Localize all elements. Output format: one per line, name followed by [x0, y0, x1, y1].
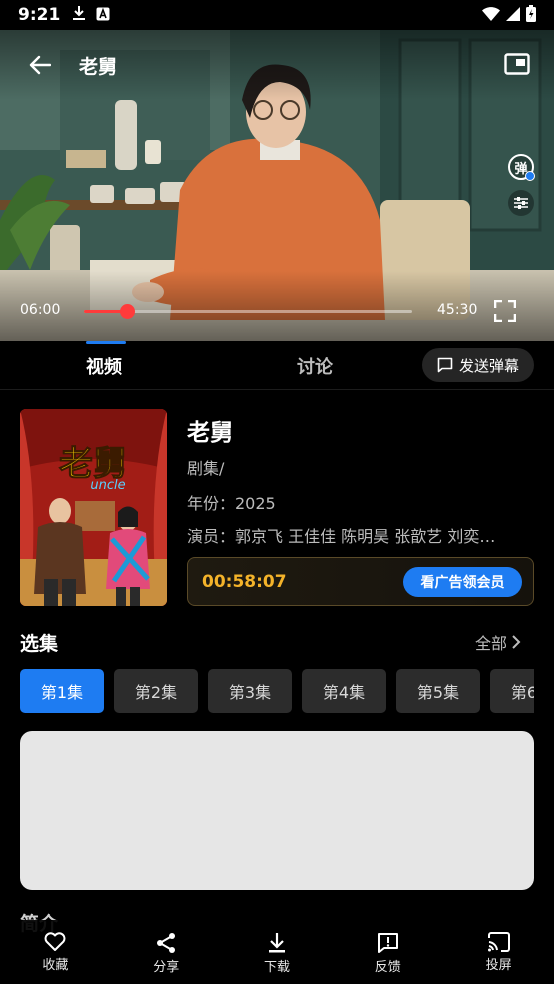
- wifi-icon: [482, 6, 500, 25]
- total-time: 45:30: [437, 302, 478, 318]
- episode-list[interactable]: 第1集 第2集 第3集 第4集 第5集 第6集: [20, 669, 534, 713]
- episode-button[interactable]: 第3集: [208, 669, 292, 713]
- arrow-left-icon: [29, 55, 51, 75]
- episode-button[interactable]: 第2集: [114, 669, 198, 713]
- tab-video[interactable]: 视频: [86, 353, 122, 379]
- show-title: 老舅: [187, 420, 233, 446]
- show-type: 剧集/: [187, 459, 225, 478]
- feedback-label: 反馈: [374, 960, 401, 975]
- progress-bar[interactable]: [84, 304, 412, 319]
- cast-icon: [487, 932, 510, 952]
- notification-a-icon: [96, 6, 110, 25]
- see-all-episodes-link[interactable]: 全部: [475, 630, 521, 654]
- status-bar: 9:21: [0, 0, 554, 30]
- picture-in-picture-button[interactable]: [502, 50, 532, 78]
- tab-indicator: [86, 341, 126, 344]
- comment-icon: [437, 357, 453, 373]
- see-all-label: 全部: [475, 634, 508, 653]
- player-title: 老舅: [79, 56, 118, 78]
- download-status-icon: [72, 5, 86, 25]
- download-label: 下载: [263, 960, 290, 975]
- current-time: 06:00: [20, 302, 61, 318]
- share-button[interactable]: 分享: [111, 920, 222, 984]
- fullscreen-button[interactable]: [492, 298, 518, 324]
- danmaku-settings-button[interactable]: [508, 190, 534, 216]
- episode-button[interactable]: 第1集: [20, 669, 104, 713]
- episode-button[interactable]: 第4集: [302, 669, 386, 713]
- status-time: 9:21: [18, 5, 61, 25]
- back-button[interactable]: [22, 50, 58, 80]
- send-danmaku-button[interactable]: 发送弹幕: [422, 348, 534, 382]
- episode-button[interactable]: 第6集: [490, 669, 534, 713]
- episode-button[interactable]: 第5集: [396, 669, 480, 713]
- vip-countdown: 00:58:07: [202, 572, 287, 592]
- picture-in-picture-icon: [504, 53, 530, 75]
- signal-icon: [506, 6, 520, 25]
- tab-discussion[interactable]: 讨论: [297, 353, 333, 379]
- share-label: 分享: [153, 960, 180, 975]
- show-cast: 演员：郭京飞 王佳佳 陈明昊 张歆艺 刘奕…: [187, 527, 496, 546]
- battery-icon: [526, 4, 536, 26]
- danmaku-toggle[interactable]: 弹: [508, 154, 535, 181]
- favorite-label: 收藏: [42, 958, 69, 973]
- video-player[interactable]: 老舅 弹 06:00 45:30: [0, 30, 554, 341]
- fullscreen-icon: [494, 300, 516, 322]
- chevron-right-icon: [512, 635, 521, 649]
- download-button[interactable]: 下载: [222, 920, 333, 984]
- cast-button[interactable]: 投屏: [443, 920, 554, 984]
- poster-subtitle-art: uncle: [90, 478, 125, 493]
- watch-ad-for-vip-button[interactable]: 看广告领会员: [403, 567, 522, 597]
- danmaku-on-indicator: [525, 171, 535, 181]
- bottom-toolbar: 收藏 分享 下载 反馈 投屏: [0, 920, 554, 984]
- feedback-icon: [377, 933, 398, 953]
- heart-icon: [44, 932, 66, 951]
- sliders-icon: [514, 197, 528, 209]
- share-icon: [157, 933, 176, 953]
- cast-label: 投屏: [485, 958, 512, 973]
- content-tabs: 视频 讨论 发送弹幕: [0, 341, 554, 390]
- show-year: 年份：2025: [187, 494, 276, 513]
- ad-placeholder[interactable]: [20, 731, 534, 890]
- download-icon: [268, 933, 285, 953]
- feedback-button[interactable]: 反馈: [332, 920, 443, 984]
- poster-image: 老舅 uncle: [20, 409, 167, 606]
- favorite-button[interactable]: 收藏: [0, 920, 111, 984]
- send-danmaku-label: 发送弹幕: [458, 356, 519, 375]
- vip-promo: 00:58:07 看广告领会员: [187, 557, 534, 606]
- episodes-heading: 选集: [20, 633, 59, 655]
